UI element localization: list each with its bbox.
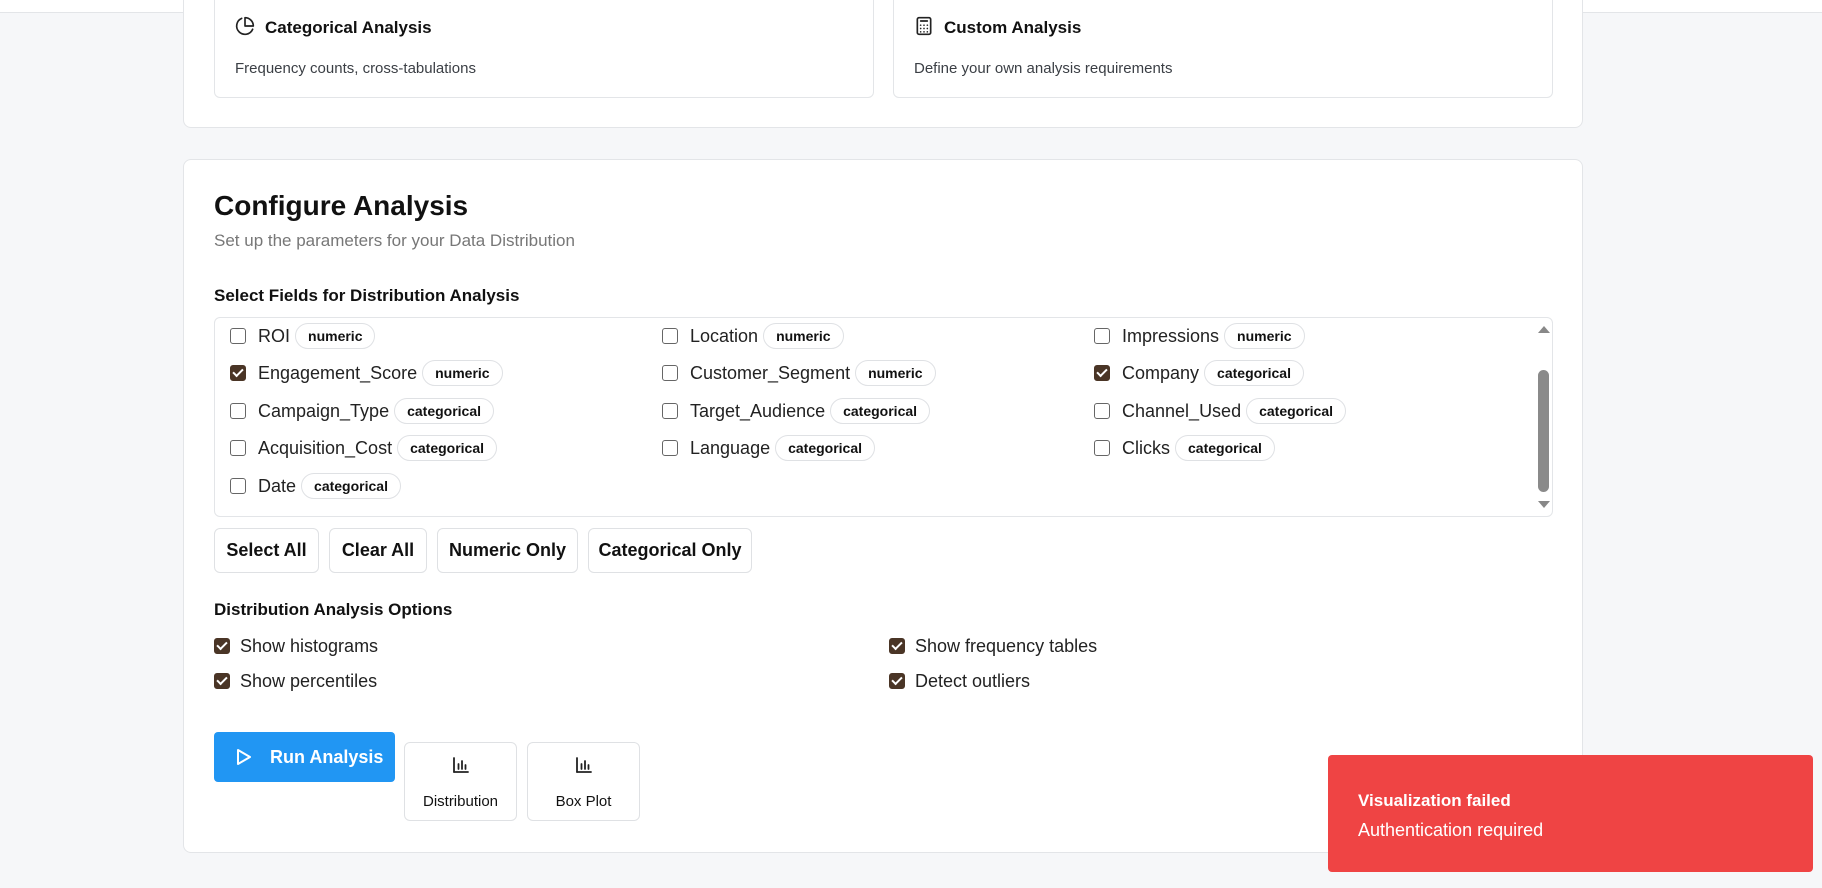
play-icon bbox=[237, 749, 251, 765]
toast-title: Visualization failed bbox=[1358, 791, 1511, 810]
page-title: Configure Analysis bbox=[214, 190, 469, 221]
option-show-frequency-tables[interactable]: Show frequency tables bbox=[889, 634, 1097, 658]
field-campaign-type[interactable]: Campaign_Type categorical bbox=[230, 397, 495, 425]
field-engagement-score[interactable]: Engagement_Score numeric bbox=[230, 359, 503, 387]
calculator-icon bbox=[916, 16, 932, 36]
numeric-only-button[interactable]: Numeric Only bbox=[437, 528, 578, 573]
option-label: Detect outliers bbox=[915, 670, 1031, 691]
option-show-histograms[interactable]: Show histograms bbox=[214, 634, 378, 658]
pie-chart-icon bbox=[235, 16, 255, 36]
field-target-audience[interactable]: Target_Audience categorical bbox=[662, 397, 931, 425]
field-name: Impressions bbox=[1122, 325, 1220, 346]
field-name: Clicks bbox=[1122, 437, 1170, 458]
field-checkbox[interactable] bbox=[230, 478, 246, 494]
field-clicks[interactable]: Clicks categorical bbox=[1094, 434, 1275, 462]
field-type-badge: categorical bbox=[301, 473, 401, 499]
configure-analysis-panel: Configure Analysis Set up the parameters… bbox=[183, 159, 1583, 853]
select-all-button[interactable]: Select All bbox=[214, 528, 319, 573]
field-name: Acquisition_Cost bbox=[258, 437, 393, 458]
field-type-badge: categorical bbox=[775, 435, 876, 461]
field-name: Channel_Used bbox=[1122, 400, 1242, 421]
field-list[interactable]: ROI numeric Location numeric Impressions… bbox=[214, 317, 1553, 517]
field-name: Engagement_Score bbox=[258, 362, 418, 383]
field-location[interactable]: Location numeric bbox=[662, 322, 844, 350]
field-type-badge: numeric bbox=[1224, 323, 1305, 349]
custom-analysis-card[interactable]: Custom Analysis Define your own analysis… bbox=[893, 0, 1553, 98]
field-checkbox[interactable] bbox=[230, 328, 246, 344]
field-name: Language bbox=[690, 437, 771, 458]
field-type-badge: numeric bbox=[295, 323, 376, 349]
field-impressions[interactable]: Impressions numeric bbox=[1094, 322, 1305, 350]
field-channel-used[interactable]: Channel_Used categorical bbox=[1094, 397, 1347, 425]
scroll-up-arrow-icon[interactable] bbox=[1538, 326, 1550, 333]
field-language[interactable]: Language categorical bbox=[662, 434, 876, 462]
field-type-badge: categorical bbox=[1246, 398, 1347, 424]
option-label: Show histograms bbox=[240, 635, 379, 656]
fields-label: Select Fields for Distribution Analysis bbox=[214, 286, 520, 305]
option-label: Show frequency tables bbox=[915, 635, 1098, 656]
error-toast[interactable]: Visualization failed Authentication requ… bbox=[1328, 755, 1813, 872]
field-type-badge: categorical bbox=[830, 398, 931, 424]
scroll-down-arrow-icon[interactable] bbox=[1538, 501, 1550, 508]
field-name: ROI bbox=[258, 325, 291, 346]
field-checkbox[interactable] bbox=[1094, 365, 1110, 381]
field-name: Date bbox=[258, 475, 297, 496]
field-customer-segment[interactable]: Customer_Segment numeric bbox=[662, 359, 936, 387]
field-name: Customer_Segment bbox=[690, 362, 851, 383]
field-checkbox[interactable] bbox=[662, 440, 678, 456]
bar-chart-icon bbox=[452, 757, 469, 773]
field-date[interactable]: Date categorical bbox=[230, 472, 401, 500]
field-type-badge: numeric bbox=[422, 360, 503, 386]
analysis-type-panel: Categorical Analysis Frequency counts, c… bbox=[183, 0, 1583, 128]
card-title: Categorical Analysis bbox=[265, 18, 432, 37]
option-label: Show percentiles bbox=[240, 670, 378, 691]
options-label: Distribution Analysis Options bbox=[214, 600, 453, 619]
scroll-thumb[interactable] bbox=[1538, 370, 1549, 492]
card-title: Custom Analysis bbox=[944, 18, 1082, 37]
field-acquisition-cost[interactable]: Acquisition_Cost categorical bbox=[230, 434, 498, 462]
field-checkbox[interactable] bbox=[230, 440, 246, 456]
field-checkbox[interactable] bbox=[662, 403, 678, 419]
bar-chart-icon bbox=[575, 757, 592, 773]
categorical-only-button[interactable]: Categorical Only bbox=[588, 528, 752, 573]
card-description: Define your own analysis requirements bbox=[914, 60, 1173, 77]
field-type-badge: categorical bbox=[397, 435, 498, 461]
field-name: Target_Audience bbox=[690, 400, 826, 421]
field-type-badge: numeric bbox=[763, 323, 844, 349]
option-checkbox[interactable] bbox=[214, 638, 230, 654]
option-checkbox[interactable] bbox=[214, 673, 230, 689]
box-plot-label: Box Plot bbox=[555, 793, 612, 810]
distribution-label: Distribution bbox=[422, 793, 499, 810]
toast-message: Authentication required bbox=[1358, 820, 1544, 840]
card-description: Frequency counts, cross-tabulations bbox=[235, 60, 476, 77]
field-list-scrollbar[interactable] bbox=[1535, 318, 1552, 516]
option-detect-outliers[interactable]: Detect outliers bbox=[889, 669, 1030, 693]
option-checkbox[interactable] bbox=[889, 673, 905, 689]
field-roi[interactable]: ROI numeric bbox=[230, 322, 376, 350]
distribution-chart-button[interactable]: Distribution bbox=[404, 742, 517, 821]
option-checkbox[interactable] bbox=[889, 638, 905, 654]
field-company[interactable]: Company categorical bbox=[1094, 359, 1304, 387]
field-type-badge: numeric bbox=[855, 360, 936, 386]
field-checkbox[interactable] bbox=[662, 328, 678, 344]
field-checkbox[interactable] bbox=[662, 365, 678, 381]
field-type-badge: categorical bbox=[1204, 360, 1304, 386]
field-name: Campaign_Type bbox=[258, 400, 390, 421]
field-checkbox[interactable] bbox=[230, 365, 246, 381]
field-checkbox[interactable] bbox=[1094, 440, 1110, 456]
box-plot-button[interactable]: Box Plot bbox=[527, 742, 640, 821]
field-checkbox[interactable] bbox=[1094, 403, 1110, 419]
run-analysis-button[interactable]: Run Analysis bbox=[214, 732, 395, 782]
field-checkbox[interactable] bbox=[230, 403, 246, 419]
categorical-analysis-card[interactable]: Categorical Analysis Frequency counts, c… bbox=[214, 0, 874, 98]
field-checkbox[interactable] bbox=[1094, 328, 1110, 344]
page-subtitle: Set up the parameters for your Data Dist… bbox=[214, 231, 575, 250]
clear-all-button[interactable]: Clear All bbox=[329, 528, 427, 573]
field-name: Location bbox=[690, 325, 759, 346]
field-type-badge: categorical bbox=[394, 398, 495, 424]
run-analysis-label: Run Analysis bbox=[270, 746, 384, 767]
option-show-percentiles[interactable]: Show percentiles bbox=[214, 669, 377, 693]
field-name: Company bbox=[1122, 362, 1200, 383]
field-type-badge: categorical bbox=[1175, 435, 1275, 461]
